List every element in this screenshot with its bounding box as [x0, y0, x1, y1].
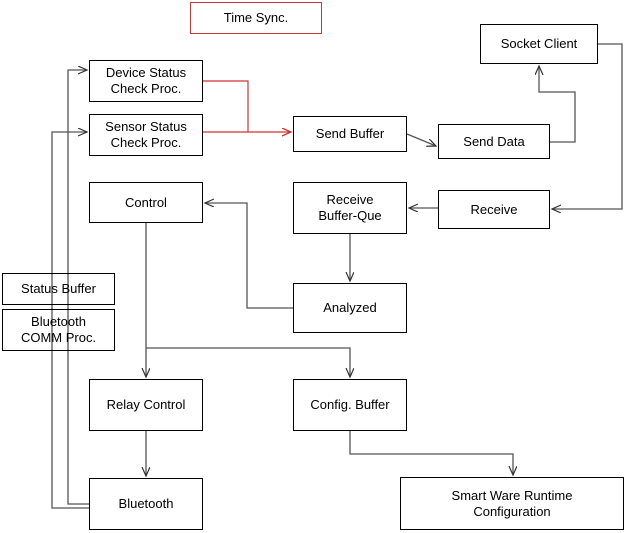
edge-analyzed-to-control [205, 203, 293, 309]
node-send_buffer[interactable]: Send Buffer [293, 116, 407, 152]
node-label-sensor_status: Sensor Status Check Proc. [105, 119, 187, 150]
node-bluetooth_comm[interactable]: Bluetooth COMM Proc. [2, 309, 115, 351]
node-receive_buffer_que[interactable]: Receive Buffer-Que [293, 182, 407, 234]
node-control[interactable]: Control [89, 182, 203, 223]
node-label-config_buffer: Config. Buffer [310, 397, 390, 412]
edge-socketclient-to-receive [552, 43, 623, 209]
node-label-analyzed: Analyzed [323, 300, 377, 315]
node-label-relay_control: Relay Control [106, 397, 186, 412]
node-device_status[interactable]: Device Status Check Proc. [89, 60, 203, 102]
edge-configbuffer-to-smartware [349, 431, 513, 475]
node-bluetooth[interactable]: Bluetooth [89, 478, 203, 530]
node-label-bluetooth: Bluetooth [118, 496, 174, 511]
node-status_buffer[interactable]: Status Buffer [2, 273, 115, 305]
node-relay_control[interactable]: Relay Control [89, 379, 203, 431]
node-label-receive_buffer_que: Receive Buffer-Que [318, 192, 382, 223]
node-label-control: Control [125, 194, 167, 210]
node-label-send_buffer: Send Buffer [315, 126, 385, 141]
node-socket_client[interactable]: Socket Client [480, 24, 598, 64]
node-analyzed[interactable]: Analyzed [293, 283, 407, 333]
node-time_sync[interactable]: Time Sync. [190, 2, 322, 34]
flow-diagram: Time Sync. Socket Client Device Status Che… [0, 0, 628, 533]
node-label-receive: Receive [470, 201, 518, 217]
node-label-bluetooth_comm: Bluetooth COMM Proc. [20, 314, 97, 345]
node-label-status_buffer: Status Buffer [21, 281, 96, 296]
node-label-socket_client: Socket Client [500, 36, 578, 51]
node-receive[interactable]: Receive [438, 190, 550, 229]
node-label-time_sync: Time Sync. [223, 10, 289, 25]
node-label-send_data: Send Data [463, 133, 525, 149]
node-sensor_status[interactable]: Sensor Status Check Proc. [89, 114, 203, 156]
node-send_data[interactable]: Send Data [438, 124, 550, 159]
node-config_buffer[interactable]: Config. Buffer [293, 379, 407, 431]
node-label-smart_ware_runtime: Smart Ware Runtime Configuration [451, 487, 573, 519]
node-label-device_status: Device Status Check Proc. [105, 65, 187, 96]
edge-device-to-sendbuffer [203, 80, 249, 132]
edge-control-to-configbuffer [146, 347, 350, 377]
node-smart_ware_runtime[interactable]: Smart Ware Runtime Configuration [400, 477, 624, 530]
edge-sendbuffer-to-senddata [406, 133, 436, 146]
